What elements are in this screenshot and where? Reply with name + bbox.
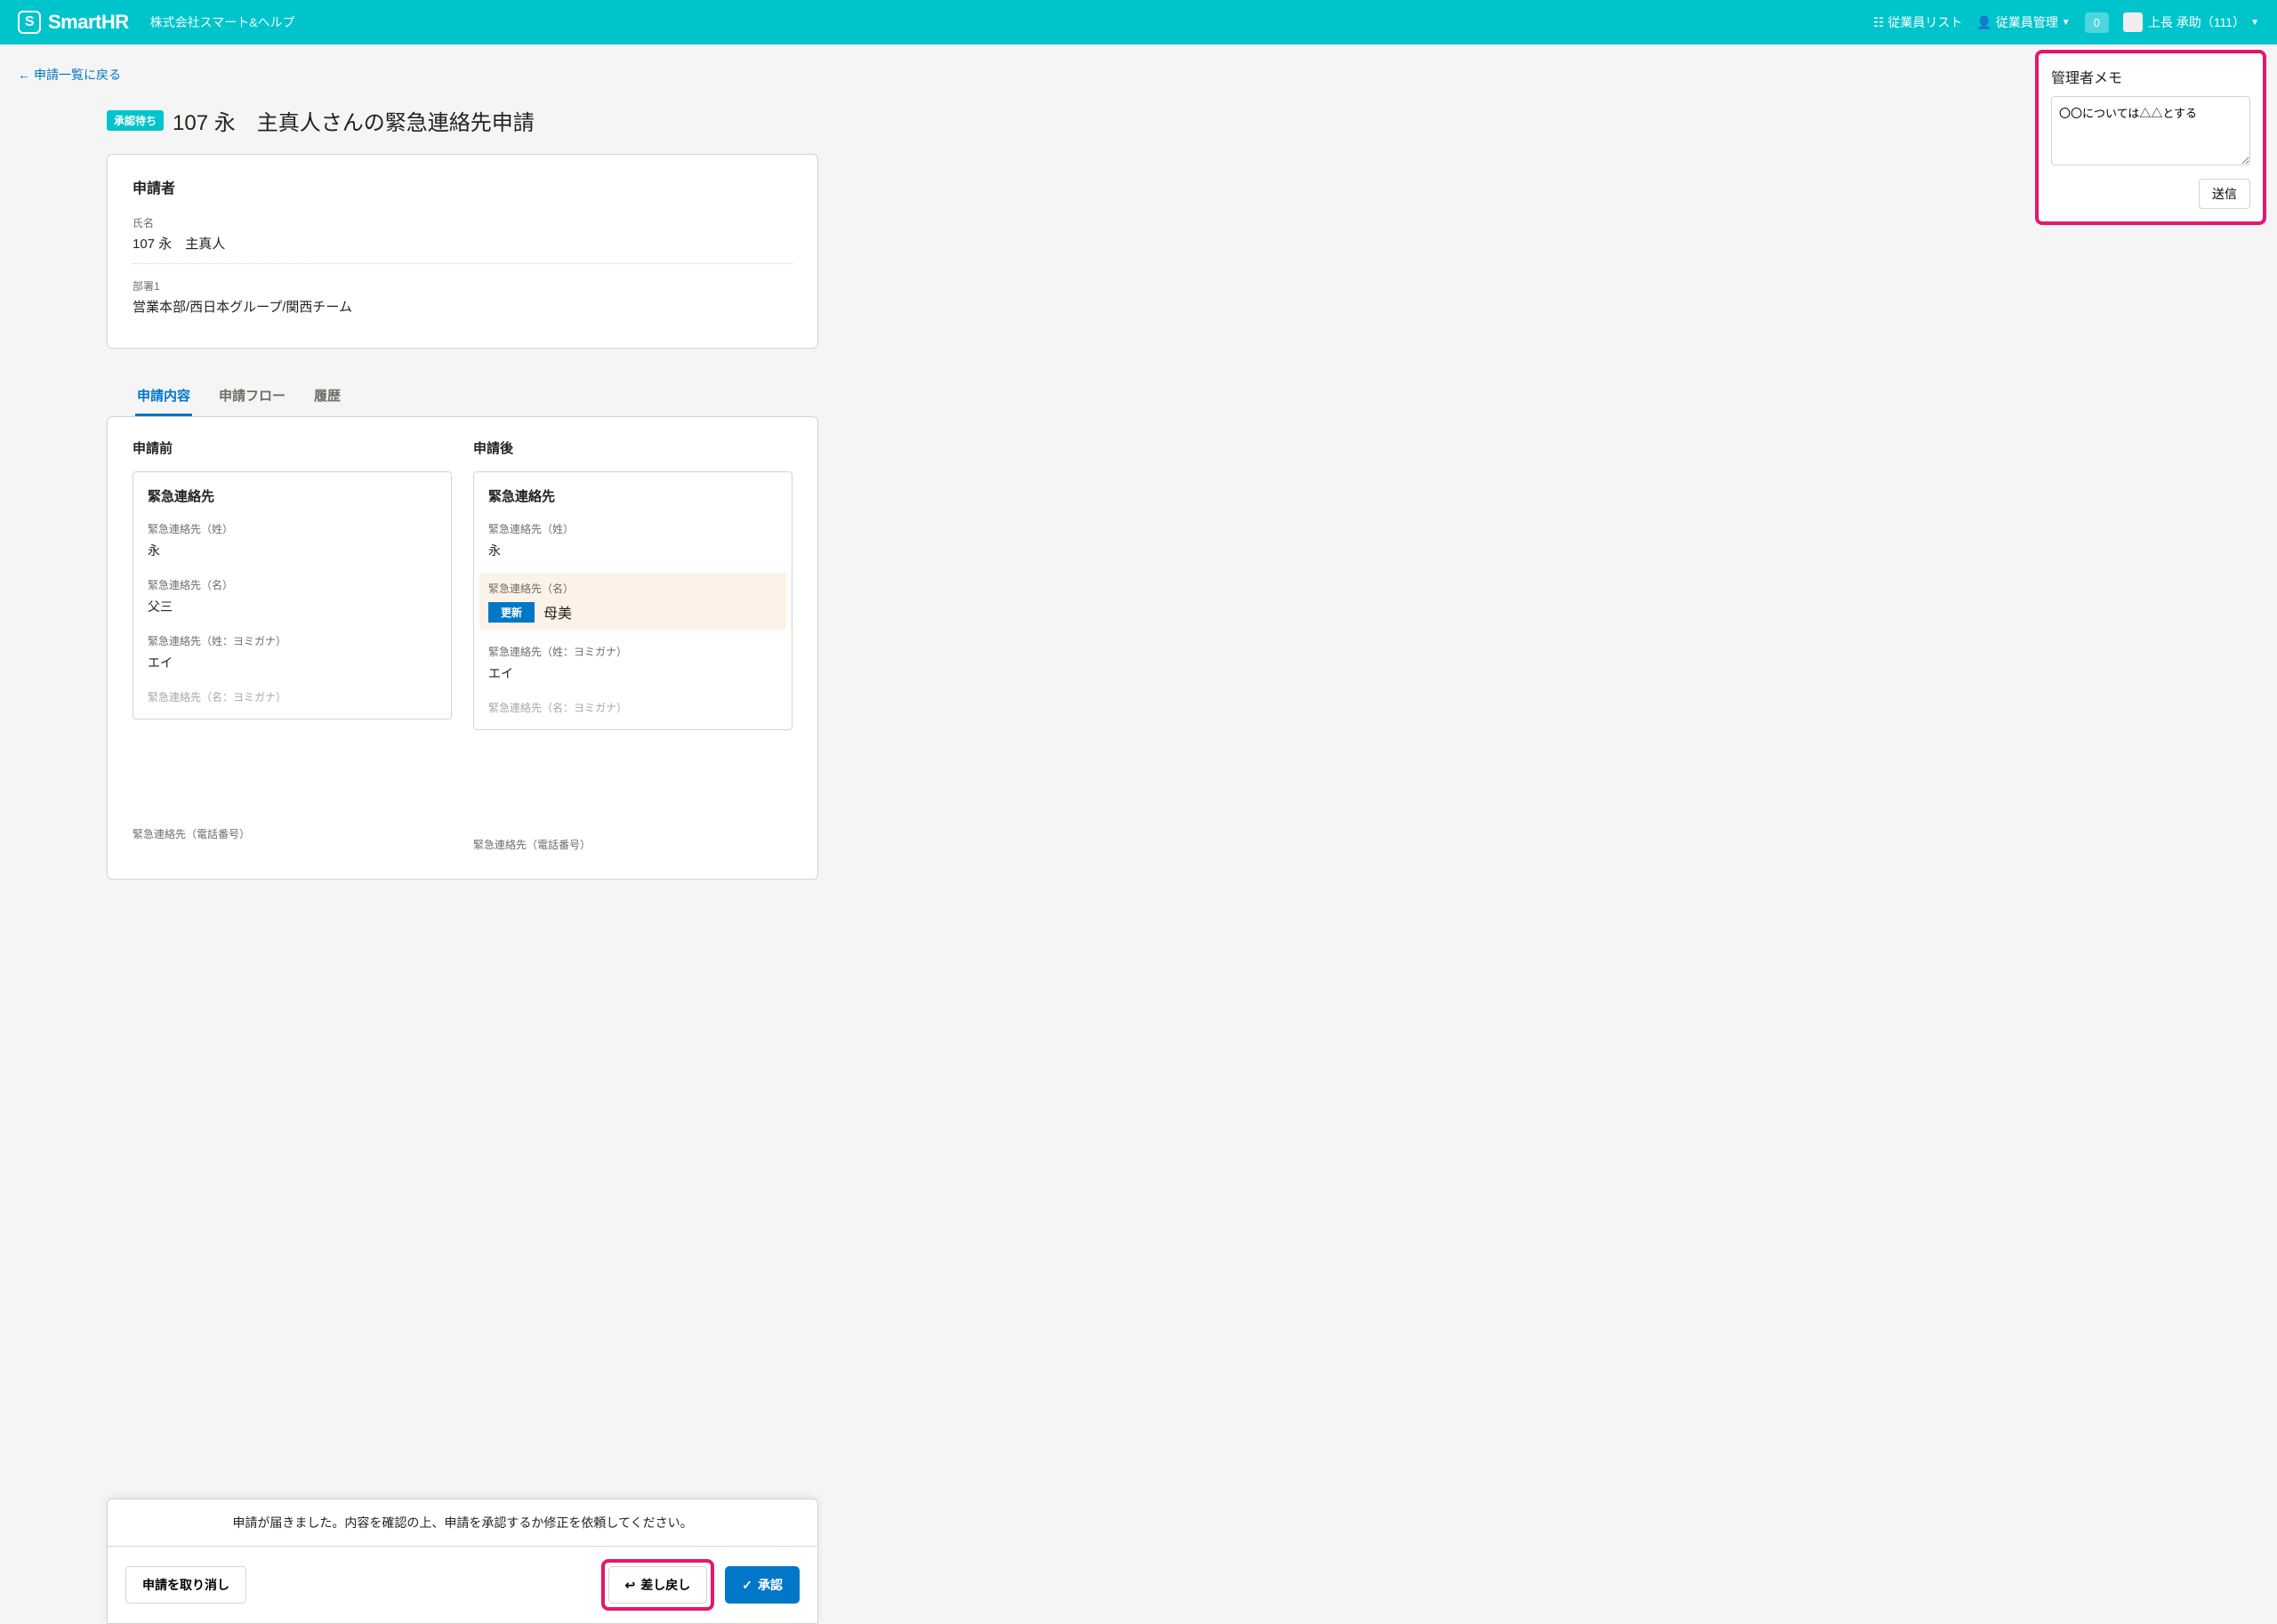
before-column: 申請前 緊急連絡先 緊急連絡先（姓） 永 緊急連絡先（名） 父三 緊急連絡先（姓… [133, 438, 452, 857]
employee-list-link[interactable]: ☷ 従業員リスト [1873, 13, 1963, 31]
tabs: 申請内容 申請フロー 履歴 [107, 377, 818, 416]
emergency-title: 緊急連絡先 [148, 486, 437, 505]
avatar [2123, 12, 2143, 32]
dept-label: 部署1 [133, 278, 793, 293]
logo-icon: S [18, 11, 41, 34]
header-nav: ☷ 従業員リスト 👤 従業員管理 ▼ 0 上長 承助（111） ▼ [1873, 12, 2259, 33]
notification-badge[interactable]: 0 [2085, 12, 2109, 33]
back-link[interactable]: ← 申請一覧に戻る [18, 66, 121, 84]
phone-label-after: 緊急連絡先（電話番号） [473, 837, 793, 852]
reject-button[interactable]: ↩ 差し戻し [608, 1566, 708, 1604]
lastkana-after: エイ [488, 664, 777, 682]
after-column: 申請後 緊急連絡先 緊急連絡先（姓） 永 緊急連絡先（名） 更新 母美 [473, 438, 793, 857]
after-header: 申請後 [473, 438, 793, 457]
reply-icon: ↩ [625, 1578, 636, 1593]
changed-field: 緊急連絡先（名） 更新 母美 [479, 574, 786, 630]
approve-button[interactable]: ✓ 承認 [725, 1566, 800, 1604]
emergency-title-after: 緊急連絡先 [488, 486, 777, 505]
firstname-before: 父三 [148, 598, 437, 615]
user-menu[interactable]: 上長 承助（111） ▼ [2123, 12, 2259, 32]
status-badge: 承認待ち [107, 110, 164, 131]
dept-value: 営業本部/西日本グループ/関西チーム [133, 297, 793, 326]
lastname-before: 永 [148, 542, 437, 559]
chevron-down-icon: ▼ [2250, 18, 2259, 28]
firstname-label: 緊急連絡先（名） [148, 577, 437, 592]
person-icon: 👤 [1976, 15, 1991, 30]
company-name: 株式会社スマート&ヘルプ [150, 13, 295, 31]
tab-history[interactable]: 履歴 [312, 377, 342, 416]
lastname-label-after: 緊急連絡先（姓） [488, 521, 777, 536]
after-inner: 緊急連絡先 緊急連絡先（姓） 永 緊急連絡先（名） 更新 母美 緊急連絡先（姓 [473, 471, 793, 730]
admin-memo-panel: 管理者メモ 送信 [2035, 50, 2266, 225]
lastkana-label-after: 緊急連絡先（姓：ヨミガナ） [488, 644, 777, 659]
lastname-label: 緊急連絡先（姓） [148, 521, 437, 536]
lastkana-label: 緊急連絡先（姓：ヨミガナ） [148, 633, 437, 648]
before-header: 申請前 [133, 438, 452, 457]
firstkana-label-partial: 緊急連絡先（名：ヨミガナ） [148, 689, 437, 704]
tab-content[interactable]: 申請内容 [135, 377, 192, 416]
app-header: S SmartHR 株式会社スマート&ヘルプ ☷ 従業員リスト 👤 従業員管理 … [0, 0, 2277, 44]
name-label: 氏名 [133, 215, 793, 230]
before-inner: 緊急連絡先 緊急連絡先（姓） 永 緊急連絡先（名） 父三 緊急連絡先（姓：ヨミガ… [133, 471, 452, 720]
list-icon: ☷ [1873, 15, 1885, 30]
firstname-after: 母美 [543, 601, 572, 623]
employee-mgmt-dropdown[interactable]: 👤 従業員管理 ▼ [1976, 13, 2070, 31]
page-title: 107 永 主真人さんの緊急連絡先申請 [173, 105, 535, 136]
reject-highlight: ↩ 差し戻し [601, 1559, 715, 1611]
action-message: 申請が届きました。内容を確認の上、申請を承認するか修正を依頼してください。 [108, 1499, 817, 1547]
tab-flow[interactable]: 申請フロー [217, 377, 287, 416]
check-icon: ✓ [742, 1578, 752, 1593]
firstkana-label-after-partial: 緊急連絡先（名：ヨミガナ） [488, 700, 777, 715]
memo-submit-button[interactable]: 送信 [2199, 179, 2250, 209]
firstname-label-after: 緊急連絡先（名） [488, 581, 777, 596]
arrow-left-icon: ← [18, 68, 30, 82]
memo-title: 管理者メモ [2051, 66, 2250, 87]
phone-label-before: 緊急連絡先（電話番号） [133, 826, 452, 841]
memo-textarea[interactable] [2051, 96, 2250, 165]
chevron-down-icon: ▼ [2062, 18, 2071, 28]
main-content: 承認待ち 107 永 主真人さんの緊急連絡先申請 申請者 氏名 107 永 主真… [107, 105, 818, 880]
lastname-after: 永 [488, 542, 777, 559]
applicant-card: 申請者 氏名 107 永 主真人 部署1 営業本部/西日本グループ/関西チーム [107, 154, 818, 349]
update-badge: 更新 [488, 602, 535, 623]
name-value: 107 永 主真人 [133, 234, 793, 264]
application-card: 申請前 緊急連絡先 緊急連絡先（姓） 永 緊急連絡先（名） 父三 緊急連絡先（姓… [107, 416, 818, 880]
logo-text: SmartHR [48, 11, 129, 34]
cancel-button[interactable]: 申請を取り消し [125, 1566, 246, 1604]
logo[interactable]: S SmartHR [18, 11, 129, 34]
applicant-section-title: 申請者 [133, 176, 793, 197]
lastkana-before: エイ [148, 654, 437, 671]
action-bar: 申請が届きました。内容を確認の上、申請を承認するか修正を依頼してください。 申請… [107, 1499, 818, 1624]
